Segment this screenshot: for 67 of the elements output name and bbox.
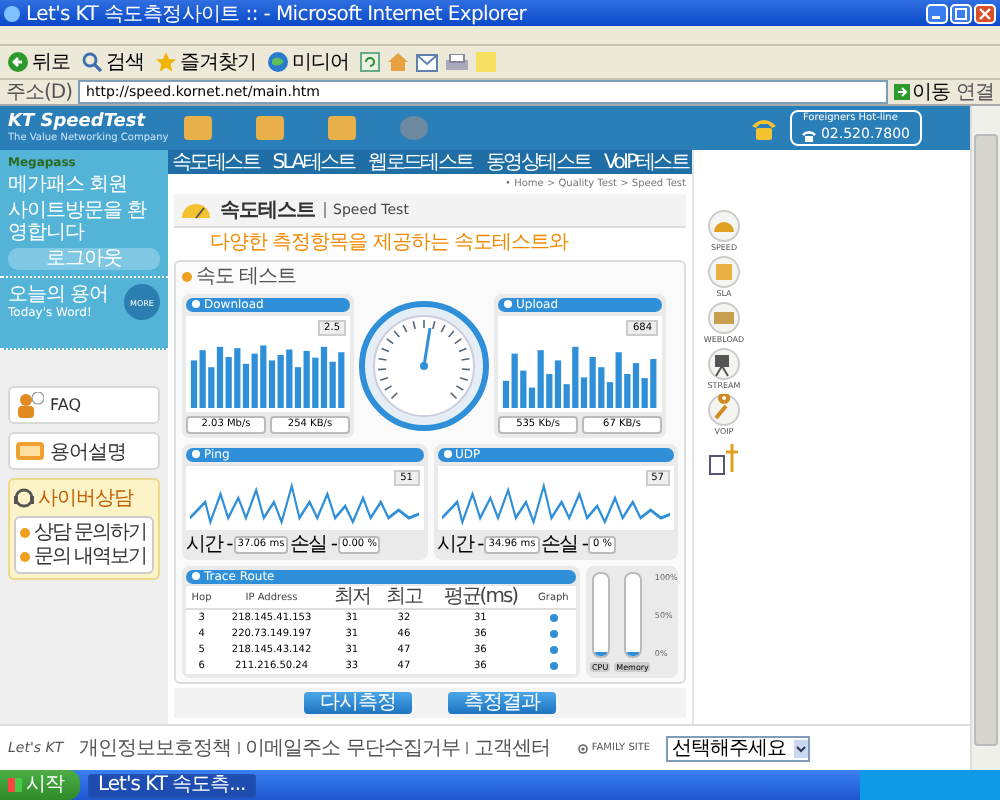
close-button[interactable] — [974, 3, 996, 23]
person-icon — [16, 392, 44, 418]
phone-icon — [750, 116, 779, 140]
graph-point-icon — [547, 644, 560, 656]
graph-point-icon — [547, 612, 560, 624]
column-header: 최저 — [325, 586, 378, 609]
nav-link[interactable]: 웹로드테스트 — [368, 151, 473, 173]
target-icon — [577, 743, 588, 753]
sidebar-link[interactable]: 용어설명 — [8, 432, 160, 470]
loss-label: 손실 - — [290, 534, 336, 556]
arrow-icon — [894, 84, 910, 100]
star-icon — [156, 52, 176, 72]
print-icon[interactable] — [445, 53, 467, 71]
time-label: 시간 - — [186, 534, 232, 556]
minimize-button[interactable] — [926, 3, 948, 23]
family-site-select[interactable]: 선택해주세요 — [666, 735, 811, 761]
phone-icon — [802, 129, 817, 141]
headline: 다양한 측정항목을 제공하는 속도테스트와 — [208, 232, 571, 256]
address-label: 주소(D) — [6, 81, 73, 103]
meter-track — [591, 572, 610, 658]
dropdown-icon — [794, 739, 809, 757]
nav-link[interactable]: VoIP테스트 — [603, 151, 688, 173]
welcome-text: 사이트방문을 환영합니다 — [8, 200, 149, 244]
counsel-title: 사이버상담 — [38, 486, 133, 512]
meter-track — [623, 572, 642, 658]
word-title: 오늘의 용어 — [8, 284, 109, 306]
column-header: 평균(ms) — [429, 586, 531, 609]
footer-link[interactable]: 고객센터 — [473, 734, 550, 762]
nav-link[interactable]: 동영상테스트 — [486, 151, 591, 173]
toolbar-button[interactable]: 미디어 — [266, 48, 351, 76]
graph-point-icon — [547, 628, 560, 640]
nav-link[interactable]: 속도테스트 — [172, 151, 260, 173]
headset-icon — [14, 488, 34, 508]
maximize-button[interactable] — [950, 3, 972, 23]
back-icon — [8, 52, 28, 72]
mail-icon[interactable] — [415, 53, 437, 71]
toolbar-button[interactable]: 검색 — [80, 48, 146, 76]
go-button[interactable]: 이동 — [894, 81, 950, 103]
toolbar-button[interactable]: 뒤로 — [6, 48, 72, 76]
loss-label: 손실 - — [541, 534, 587, 556]
time-label: 시간 - — [437, 534, 483, 556]
gauge-drawing — [358, 300, 490, 432]
nav-link[interactable]: SLA테스트 — [272, 151, 355, 173]
member-label: 메가패스 회원 — [8, 174, 130, 196]
globe-icon — [268, 52, 288, 72]
search-icon — [82, 52, 102, 72]
graph-point-icon — [547, 660, 560, 672]
scrollbar[interactable] — [970, 106, 1000, 770]
home-icon[interactable] — [387, 52, 407, 72]
counsel-link[interactable]: 상담 문의하기 — [20, 522, 148, 544]
footer-link[interactable]: 개인정보보호정책 — [79, 734, 232, 762]
footer-link[interactable]: 이메일주소 무단수집거부 — [245, 734, 460, 762]
counsel-link[interactable]: 문의 내역보기 — [20, 546, 148, 568]
speedometer-icon — [180, 200, 212, 220]
column-header: 최고 — [377, 586, 430, 609]
links-label[interactable]: 연결 — [956, 81, 994, 103]
refresh-icon[interactable] — [359, 52, 379, 72]
toolbar-button[interactable]: 즐겨찾기 — [154, 48, 258, 76]
page-title: 속도테스트 — [220, 198, 315, 224]
browser-icon — [4, 5, 20, 21]
card-icon — [16, 440, 44, 462]
window-title: Let's KT 속도측정사이트 :: - Microsoft Internet Explorer — [26, 1, 529, 27]
system-tray — [860, 770, 1000, 800]
taskbar-button[interactable]: Let's KT 속도측... — [88, 773, 256, 797]
site-logo[interactable]: KT SpeedTest — [8, 112, 160, 132]
sidebar-link[interactable]: FAQ — [8, 386, 160, 424]
panel-title: 속도 테스트 — [196, 266, 297, 288]
